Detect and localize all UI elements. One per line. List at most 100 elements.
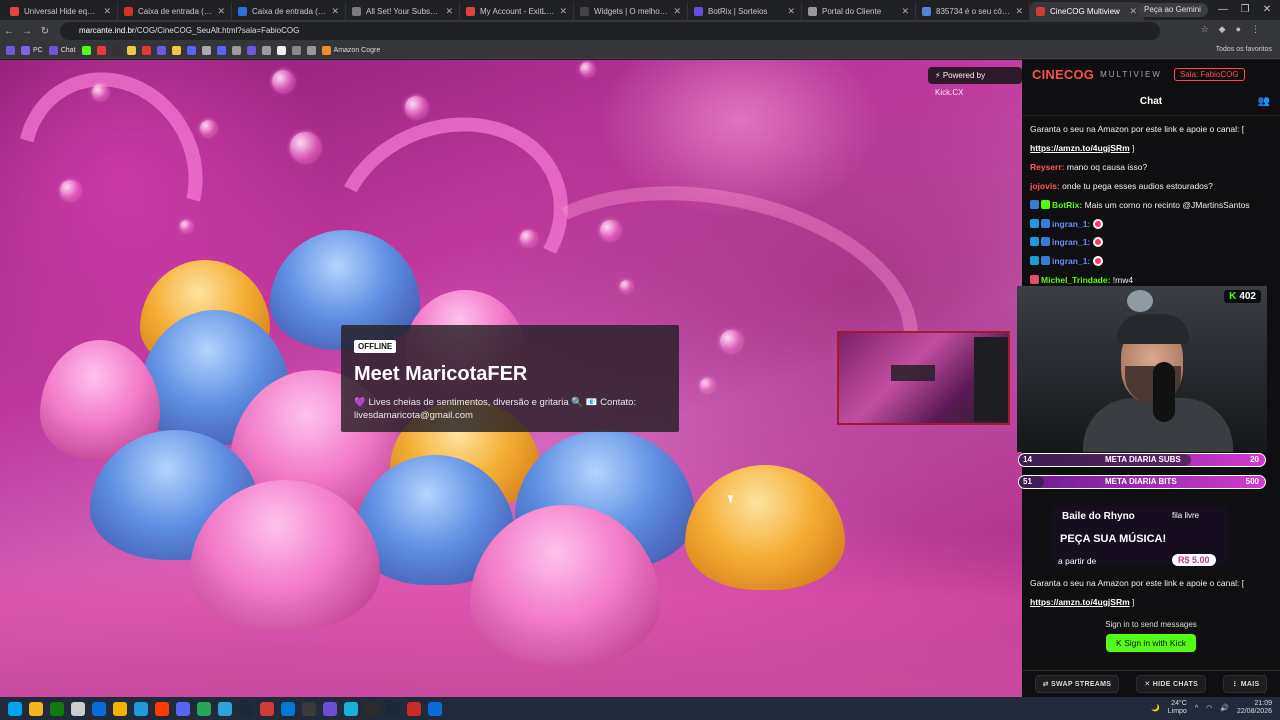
bookmark-item[interactable] [141, 45, 151, 55]
bookmark-item[interactable] [156, 45, 166, 55]
extension-icon[interactable]: ◆ [1219, 24, 1226, 35]
taskbar-app-icon[interactable] [134, 701, 148, 716]
tab-close-icon[interactable]: ✕ [673, 6, 681, 17]
chat-username[interactable]: Michel_Trindade: [1041, 275, 1110, 285]
tray-chevron-icon[interactable]: ^ [1195, 705, 1198, 712]
taskbar-app-icon[interactable] [386, 701, 400, 716]
bookmark-item[interactable] [126, 45, 136, 55]
tab-close-icon[interactable]: ✕ [103, 6, 111, 17]
taskbar-app-icon[interactable] [218, 701, 232, 716]
taskbar-app-icon[interactable] [407, 701, 421, 716]
tab-close-icon[interactable]: ✕ [331, 6, 339, 17]
taskbar-app-icon[interactable] [260, 701, 274, 716]
profile-icon[interactable]: ● [1236, 24, 1241, 35]
browser-tab[interactable]: All Set! Your Subscription Is ✕ [346, 2, 460, 20]
gemini-button[interactable]: Peça ao Gemini [1137, 3, 1208, 17]
chat-text: Garanta o seu na Amazon por este link e … [1030, 124, 1245, 134]
bookmark-item[interactable] [111, 45, 121, 55]
clock[interactable]: 21:09 22/08/2026 [1237, 700, 1272, 716]
bookmark-item[interactable]: Amazon Cogre [321, 45, 380, 55]
bookmark-item[interactable] [231, 45, 241, 55]
volume-icon[interactable]: 🔊 [1220, 704, 1229, 712]
taskbar-app-icon[interactable] [71, 701, 85, 716]
browser-tab[interactable]: My Account - ExitLag ✕ [460, 2, 574, 20]
more-button[interactable]: ⋮ MAIS [1223, 675, 1268, 693]
browser-tab[interactable]: Caixa de entrada (917) - fa ✕ [118, 2, 232, 20]
weather-widget[interactable]: 24°C Limpo [1168, 700, 1187, 716]
swap-streams-button[interactable]: ⇄ SWAP STREAMS [1034, 675, 1120, 693]
bookmark-item[interactable] [171, 45, 181, 55]
hide-chats-button[interactable]: ✕ HIDE CHATS [1136, 675, 1207, 693]
close-window-icon[interactable]: ✕ [1254, 0, 1280, 20]
bookmark-item[interactable] [81, 45, 91, 55]
back-icon[interactable]: ← [0, 26, 18, 37]
wifi-icon[interactable]: ◠ [1206, 704, 1212, 712]
bookmark-item[interactable] [306, 45, 316, 55]
tab-close-icon[interactable]: ✕ [901, 6, 909, 17]
offline-card: OFFLINE Meet MaricotaFER 💜 Lives cheias … [341, 325, 679, 432]
chat-username[interactable]: ingran_1: [1052, 256, 1090, 266]
signin-kick-button[interactable]: K Sign in with Kick [1106, 634, 1196, 652]
taskbar-app-icon[interactable] [323, 701, 337, 716]
pip-preview[interactable] [837, 331, 1010, 425]
bookmark-item[interactable] [6, 45, 15, 55]
powered-by-badge[interactable]: ⚡ Powered by Kick.CX [928, 67, 1022, 97]
taskbar-app-icon[interactable] [344, 701, 358, 716]
star-icon[interactable]: ☆ [1201, 24, 1209, 35]
menu-icon[interactable]: ⋮ [1251, 24, 1260, 35]
chat-username[interactable]: ingran_1: [1052, 237, 1090, 247]
chat-link[interactable]: https://amzn.to/4ugjSRm [1030, 597, 1130, 607]
taskbar-app-icon[interactable] [428, 701, 442, 716]
chat-username[interactable]: BotRix: [1052, 200, 1082, 210]
tab-close-icon[interactable]: ✕ [1129, 6, 1137, 17]
browser-tab[interactable]: Caixa de entrada (38) - En ✕ [232, 2, 346, 20]
bookmark-item[interactable] [201, 45, 211, 55]
forward-icon[interactable]: → [18, 26, 36, 37]
all-bookmarks[interactable]: Todos os favoritos [1216, 46, 1272, 53]
taskbar-app-icon[interactable] [92, 701, 106, 716]
browser-tab[interactable]: BotRix | Sorteios ✕ [688, 2, 802, 20]
tab-close-icon[interactable]: ✕ [217, 6, 225, 17]
bookmark-item[interactable] [291, 45, 301, 55]
taskbar-app-icon[interactable] [176, 701, 190, 716]
taskbar-app-icon[interactable] [302, 701, 316, 716]
tab-close-icon[interactable]: ✕ [445, 6, 453, 17]
bookmark-item[interactable] [261, 45, 271, 55]
bookmarks-bar: PC Chat Amazon Cogre Todos os favoritos [0, 42, 1280, 59]
browser-tab[interactable]: Universal Hide equipped Sk ✕ [4, 2, 118, 20]
reload-icon[interactable]: ↻ [36, 26, 54, 37]
bookmark-item[interactable] [246, 45, 256, 55]
url-input[interactable]: marcante.ind.br/COG/CineCOG_SeuAlt.html?… [60, 22, 1160, 40]
browser-tab[interactable]: Portal do Cliente ✕ [802, 2, 916, 20]
browser-tab[interactable]: CineCOG Multiview ✕ [1030, 2, 1144, 20]
taskbar-app-icon[interactable] [239, 701, 253, 716]
tab-favicon-icon [10, 6, 19, 16]
bookmark-item[interactable] [96, 45, 106, 55]
taskbar-app-icon[interactable] [113, 701, 127, 716]
taskbar-app-icon[interactable] [50, 701, 64, 716]
chat-username[interactable]: ingran_1: [1052, 219, 1090, 229]
browser-tab[interactable]: Widgets | O melhor softwa ✕ [574, 2, 688, 20]
bookmark-item[interactable] [276, 45, 286, 55]
tab-close-icon[interactable]: ✕ [1015, 6, 1023, 17]
taskbar-app-icon[interactable] [365, 701, 379, 716]
tab-close-icon[interactable]: ✕ [559, 6, 567, 17]
bookmark-item[interactable] [216, 45, 226, 55]
stream-player[interactable]: ⚡ Powered by Kick.CX OFFLINE Meet Marico… [0, 60, 1022, 697]
taskbar-app-icon[interactable] [197, 701, 211, 716]
bookmark-item[interactable]: PC [21, 45, 43, 55]
taskbar-app-icon[interactable] [281, 701, 295, 716]
taskbar-app-icon[interactable] [8, 701, 22, 716]
bookmark-item[interactable] [186, 45, 196, 55]
chat-link[interactable]: https://amzn.to/4ugjSRm [1030, 143, 1130, 153]
chat-username[interactable]: Reyserr: [1030, 162, 1065, 172]
bookmark-item[interactable]: Chat [48, 45, 76, 55]
taskbar-app-icon[interactable] [155, 701, 169, 716]
streamer-cap [1117, 314, 1189, 344]
badge-icon [1030, 218, 1039, 228]
chat-username[interactable]: jojovis: [1030, 181, 1060, 191]
browser-tab[interactable]: 835734 é o seu código de ✕ [916, 2, 1030, 20]
tab-close-icon[interactable]: ✕ [787, 6, 795, 17]
taskbar-app-icon[interactable] [29, 701, 43, 716]
users-icon[interactable]: 👥 [1258, 96, 1270, 107]
